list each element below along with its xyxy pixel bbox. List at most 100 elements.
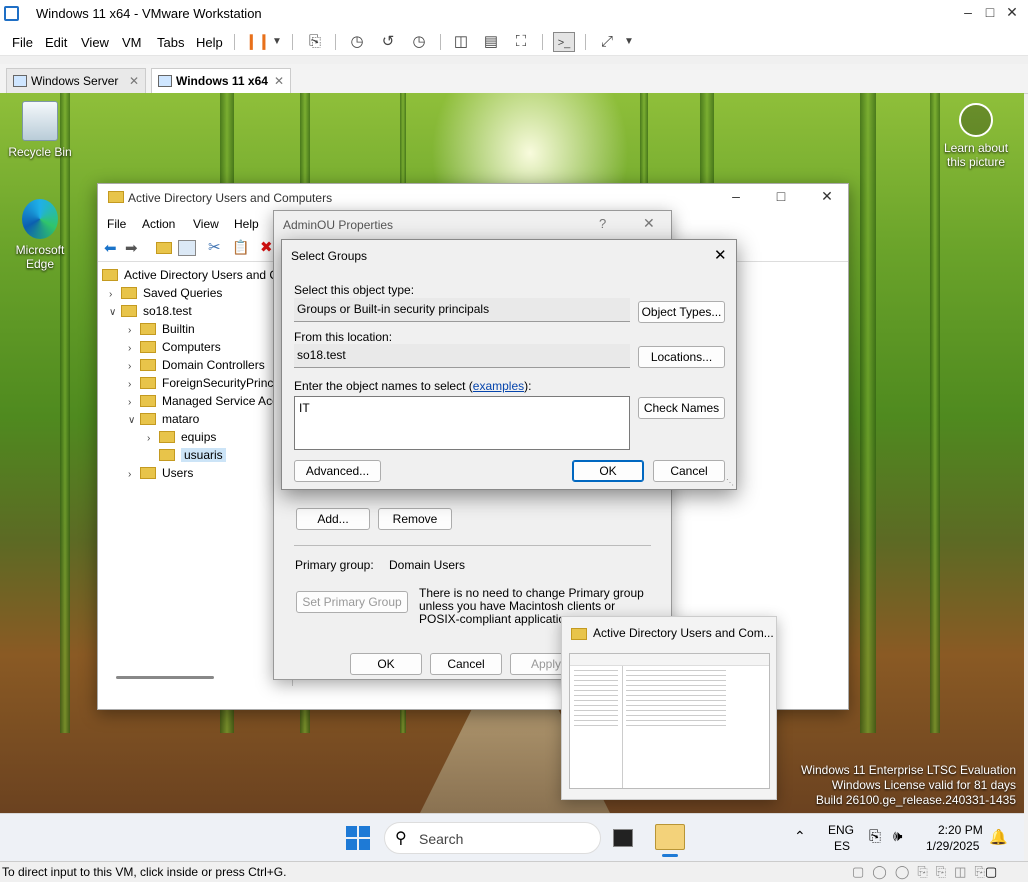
- aduc-menu-view[interactable]: View: [193, 217, 219, 231]
- recycle-bin[interactable]: Recycle Bin: [4, 101, 76, 159]
- menu-edit[interactable]: Edit: [45, 35, 67, 50]
- add-button[interactable]: Add...: [296, 508, 370, 530]
- network-icon[interactable]: ⎘: [869, 828, 881, 845]
- close-tab-icon[interactable]: ✕: [274, 69, 284, 93]
- tab-windows-11[interactable]: Windows 11 x64 ✕: [151, 68, 291, 94]
- show-tree-icon[interactable]: [178, 240, 196, 256]
- tree-item[interactable]: ∨ mataro: [128, 410, 199, 428]
- volume-icon[interactable]: 🕪: [893, 828, 902, 845]
- vmware-window-title: Windows 11 x64 - VMware Workstation: [36, 6, 262, 21]
- tree-item-label: Saved Queries: [143, 286, 223, 300]
- tree-item-label: Computers: [162, 340, 221, 354]
- notification-bell-icon[interactable]: 🔔: [989, 828, 1008, 846]
- chevron-up-icon[interactable]: ⌃: [794, 828, 806, 845]
- minimize-icon[interactable]: –: [724, 188, 748, 204]
- tree-item[interactable]: › Saved Queries: [109, 284, 222, 302]
- aduc-menu-help[interactable]: Help: [234, 217, 259, 231]
- tree-item[interactable]: ∨ so18.test: [109, 302, 192, 320]
- up-folder-icon[interactable]: [156, 241, 178, 255]
- examples-link[interactable]: examples: [473, 379, 524, 393]
- chevron-down-icon[interactable]: ∨: [128, 412, 140, 430]
- chevron-down-icon[interactable]: ∨: [109, 304, 121, 322]
- full-screen-icon[interactable]: ⛶: [510, 32, 532, 52]
- object-names-input[interactable]: [294, 396, 630, 450]
- remove-button[interactable]: Remove: [378, 508, 452, 530]
- show-library-icon[interactable]: ◫: [450, 32, 472, 52]
- device-status-icons[interactable]: ▢◯◯⎘⎘◫⎘: [852, 864, 993, 880]
- menu-tabs[interactable]: Tabs: [157, 35, 184, 50]
- props-ok-button[interactable]: OK: [350, 653, 422, 675]
- thumbnail-bar-icon[interactable]: ▤: [480, 32, 502, 52]
- resize-grip-icon[interactable]: ⋱: [726, 478, 734, 487]
- watermark-line: Build 26100.ge_release.240331-1435: [815, 793, 1016, 807]
- start-windows-icon[interactable]: [346, 826, 370, 850]
- menu-view[interactable]: View: [81, 35, 109, 50]
- clipboard-icon[interactable]: 📋: [232, 239, 249, 256]
- tree-item[interactable]: › Domain Controllers: [128, 356, 265, 374]
- clock-time[interactable]: 2:20 PM: [938, 823, 983, 837]
- close-icon[interactable]: ✕: [714, 246, 727, 264]
- back-icon[interactable]: ⬅: [104, 239, 117, 257]
- fit-guest-icon[interactable]: ▢: [985, 864, 997, 880]
- cancel-button[interactable]: Cancel: [653, 460, 725, 482]
- menu-vm[interactable]: VM: [122, 35, 142, 50]
- tab-windows-server[interactable]: Windows Server ✕: [6, 68, 146, 94]
- snapshot-manager-icon[interactable]: ◷: [408, 32, 430, 52]
- close-icon[interactable]: ✕: [643, 215, 655, 232]
- props-cancel-button[interactable]: Cancel: [430, 653, 502, 675]
- tree-item[interactable]: › Managed Service Acc: [128, 392, 278, 410]
- tree-item[interactable]: › Computers: [128, 338, 221, 356]
- close-tab-icon[interactable]: ✕: [129, 69, 139, 93]
- help-icon[interactable]: ?: [599, 216, 606, 231]
- taskbar-thumbnail[interactable]: Active Directory Users and Com...: [561, 616, 777, 800]
- maximize-icon[interactable]: □: [769, 188, 793, 204]
- learn-about-picture[interactable]: Learn about this picture: [938, 103, 1014, 169]
- aduc-titlebar[interactable]: Active Directory Users and Computers – □…: [98, 184, 848, 212]
- revert-snapshot-icon[interactable]: ↺: [377, 32, 399, 52]
- aduc-taskbar-icon[interactable]: [655, 824, 685, 850]
- menu-file[interactable]: File: [12, 35, 33, 50]
- check-names-button[interactable]: Check Names: [638, 397, 725, 419]
- clock-date[interactable]: 1/29/2025: [926, 839, 979, 853]
- snapshot-icon[interactable]: ◷: [346, 32, 368, 52]
- microsoft-edge[interactable]: Microsoft Edge: [4, 199, 76, 271]
- chevron-right-icon[interactable]: ›: [128, 466, 140, 484]
- chevron-down-icon[interactable]: ▼: [266, 32, 288, 52]
- task-view-icon[interactable]: [613, 829, 633, 847]
- aduc-menu-action[interactable]: Action: [142, 217, 175, 231]
- menu-help[interactable]: Help: [196, 35, 223, 50]
- horizontal-scrollbar[interactable]: [116, 676, 214, 679]
- close-icon[interactable]: ✕: [815, 188, 839, 205]
- object-types-button[interactable]: Object Types...: [638, 301, 725, 323]
- tree-item[interactable]: › Users: [128, 464, 193, 482]
- tree-item-label: usuaris: [181, 448, 226, 462]
- advanced-button[interactable]: Advanced...: [294, 460, 381, 482]
- forward-icon[interactable]: ➡: [125, 239, 138, 257]
- set-primary-group-button[interactable]: Set Primary Group: [296, 591, 408, 613]
- stretch-icon[interactable]: ⤢: [596, 32, 618, 52]
- ok-button[interactable]: OK: [572, 460, 644, 482]
- locations-button[interactable]: Locations...: [638, 346, 725, 368]
- tree-item[interactable]: › equips: [147, 428, 216, 446]
- tree-item[interactable]: Active Directory Users and Co: [102, 266, 285, 284]
- tree-item[interactable]: › ForeignSecurityPrinci: [128, 374, 276, 392]
- tree-item[interactable]: › Builtin: [128, 320, 195, 338]
- delete-icon[interactable]: ✖: [260, 238, 273, 256]
- select-groups-dialog[interactable]: Select Groups ✕ Select this object type:…: [281, 239, 737, 490]
- maximize-icon[interactable]: □: [978, 4, 1002, 20]
- vmware-statusbar: To direct input to this VM, click inside…: [0, 861, 1028, 882]
- pause-icon[interactable]: ❙❙: [245, 32, 270, 52]
- taskbar-search[interactable]: ⚲ Search: [384, 822, 601, 854]
- language-bottom[interactable]: ES: [834, 839, 850, 853]
- chevron-down-icon[interactable]: ▼: [618, 32, 640, 52]
- send-ctrl-alt-del-icon[interactable]: ⎘: [304, 32, 326, 52]
- minimize-icon[interactable]: –: [956, 4, 980, 20]
- language-top[interactable]: ENG: [828, 823, 854, 837]
- close-icon[interactable]: ✕: [1000, 4, 1024, 21]
- console-view-icon[interactable]: >_: [553, 32, 575, 52]
- watermark-line: Windows 11 Enterprise LTSC Evaluation: [801, 763, 1016, 777]
- aduc-menu-file[interactable]: File: [107, 217, 126, 231]
- folder-icon: [121, 305, 137, 317]
- tree-item[interactable]: usuaris: [147, 446, 226, 464]
- cut-icon[interactable]: ✂: [208, 238, 221, 256]
